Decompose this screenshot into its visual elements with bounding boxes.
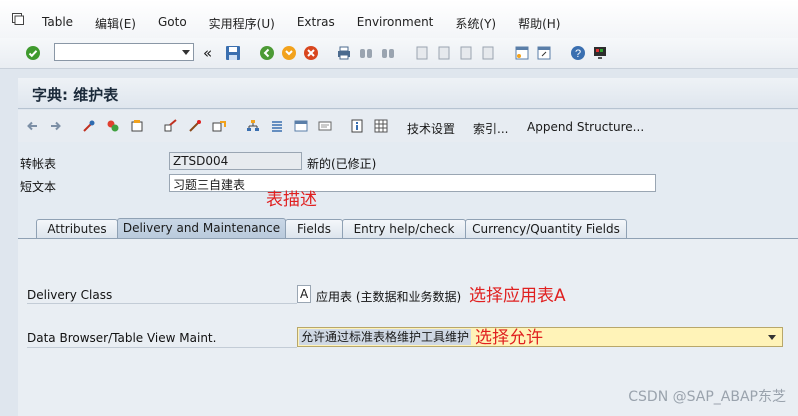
table-grid-icon[interactable] — [374, 119, 388, 133]
delivery-class-field[interactable]: A — [297, 285, 311, 303]
where-used-icon[interactable] — [188, 119, 202, 133]
title-bar: 字典: 维护表 — [18, 78, 798, 109]
delivery-class-description: 应用表 (主数据和业务数据) — [316, 290, 462, 304]
table-status-text: 新的(已修正) — [307, 157, 377, 171]
annotation-select-allow: 选择允许 — [475, 328, 543, 348]
menu: Table 编辑(E) Goto 实用程序(U) Extras Environm… — [42, 15, 582, 32]
exit-icon[interactable] — [281, 45, 297, 61]
menu-item-edit[interactable]: 编辑(E) — [95, 15, 136, 32]
help-icon[interactable]: ? — [570, 45, 586, 61]
cancel-icon[interactable] — [303, 45, 319, 61]
documentation-icon[interactable] — [318, 119, 332, 133]
next-page-icon[interactable] — [458, 45, 474, 61]
find-next-icon[interactable] — [380, 45, 396, 61]
watermark: CSDN @SAP_ABAP东芝 — [628, 389, 786, 405]
menu-item-environment[interactable]: Environment — [357, 15, 434, 32]
enter-icon[interactable] — [25, 45, 41, 61]
menu-item-goto[interactable]: Goto — [158, 15, 187, 32]
active-inactive-icon[interactable] — [106, 119, 120, 133]
data-browser-label: Data Browser/Table View Maint. — [27, 331, 217, 345]
menu-bar: Table 编辑(E) Goto 实用程序(U) Extras Environm… — [0, 0, 798, 38]
info-icon[interactable] — [350, 119, 364, 133]
check-icon[interactable] — [130, 119, 144, 133]
annotation-table-description: 表描述 — [266, 190, 317, 210]
first-page-icon[interactable] — [414, 45, 430, 61]
row-divider — [27, 303, 297, 304]
menu-item-utilities[interactable]: 实用程序(U) — [209, 15, 275, 32]
chevron-down-icon[interactable] — [768, 335, 776, 340]
annotation-select-application-table: 选择应用表A — [469, 286, 566, 306]
tab-entry-help-check[interactable]: Entry help/check — [342, 219, 466, 239]
object-list-icon[interactable] — [212, 119, 226, 133]
menu-item-table[interactable]: Table — [42, 15, 73, 32]
chevron-down-icon[interactable] — [182, 50, 190, 55]
delivery-class-label: Delivery Class — [27, 288, 113, 302]
save-icon[interactable] — [225, 45, 241, 61]
tab-delivery-and-maintenance[interactable]: Delivery and Maintenance — [117, 218, 286, 240]
previous-page-icon[interactable] — [436, 45, 452, 61]
back-double-chevron-icon[interactable]: « — [203, 44, 212, 62]
page-title: 字典: 维护表 — [32, 86, 119, 104]
short-text-field[interactable]: 习题三自建表 — [169, 174, 656, 192]
system-menu-icon[interactable] — [12, 13, 24, 25]
forward-arrow-icon[interactable] — [48, 119, 62, 133]
hierarchy-icon[interactable] — [246, 119, 260, 133]
command-field[interactable] — [54, 43, 194, 61]
shortcut-icon[interactable] — [536, 45, 552, 61]
create-session-icon[interactable] — [514, 45, 530, 61]
application-toolbar: 技术设置 索引... Append Structure... — [18, 110, 798, 142]
back-arrow-icon[interactable] — [26, 119, 40, 133]
back-icon[interactable] — [259, 45, 275, 61]
indexes-button[interactable]: 索引... — [473, 120, 508, 137]
row-divider — [27, 347, 297, 348]
menu-item-extras[interactable]: Extras — [297, 15, 335, 32]
append-structure-button[interactable]: Append Structure... — [527, 120, 644, 134]
last-page-icon[interactable] — [480, 45, 496, 61]
tab-attributes[interactable]: Attributes — [36, 219, 118, 239]
customize-layout-icon[interactable] — [592, 45, 608, 61]
tab-fields[interactable]: Fields — [285, 219, 343, 239]
technical-settings-button[interactable]: 技术设置 — [407, 120, 455, 137]
table-name-label: 转帐表 — [20, 157, 57, 171]
svg-text:?: ? — [575, 48, 581, 60]
list-icon[interactable] — [270, 119, 284, 133]
table-name-field[interactable]: ZTSD004 — [169, 152, 302, 170]
display-object-icon[interactable] — [294, 119, 308, 133]
find-icon[interactable] — [358, 45, 374, 61]
display-change-icon[interactable] — [82, 119, 96, 133]
menu-item-system[interactable]: 系统(Y) — [455, 15, 496, 32]
print-icon[interactable] — [336, 45, 352, 61]
activate-icon[interactable] — [164, 119, 178, 133]
menu-item-help[interactable]: 帮助(H) — [518, 15, 560, 32]
tab-currency-quantity-fields[interactable]: Currency/Quantity Fields — [465, 219, 627, 239]
data-browser-selected-value: 允许通过标准表格维护工具维护 — [299, 329, 472, 345]
short-text-label: 短文本 — [20, 180, 57, 194]
